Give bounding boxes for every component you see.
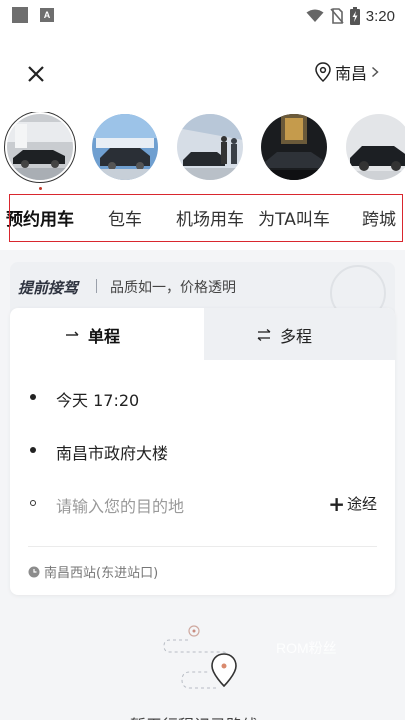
battery-charging-icon (349, 7, 360, 25)
destination-row[interactable]: 请输入您的目的地 + 途经 (10, 482, 395, 524)
charter-car-avatar (92, 114, 158, 180)
end-dot-icon (30, 500, 36, 506)
service-label: 机场用车 (176, 210, 244, 230)
banner-subtitle: 品质如一，价格透明 (110, 280, 236, 296)
watermark: ROM粉丝 (276, 640, 337, 656)
selected-indicator (39, 187, 42, 190)
card-divider (28, 546, 377, 547)
status-time: 3:20 (365, 7, 395, 25)
city-selector[interactable]: 南昌 (315, 60, 379, 84)
map-pin-icon (315, 62, 331, 82)
service-carousel[interactable]: 预约用车 包车 机场用车 为TA叫车 跨城 (0, 112, 405, 250)
airport-car-avatar (177, 114, 243, 180)
start-dot-icon (30, 447, 36, 453)
banner-divider (96, 279, 97, 293)
city-name: 南昌 (334, 64, 367, 83)
service-item-intercity[interactable]: 跨城 (339, 114, 405, 230)
service-label: 为TA叫车 (258, 210, 330, 230)
pickup-time: 今天 17:20 (56, 391, 140, 410)
reserve-car-avatar (4, 112, 76, 183)
service-item-charter[interactable]: 包车 (85, 114, 165, 230)
no-sim-icon (330, 8, 344, 24)
tab-one-way-label: 单程 (88, 327, 121, 346)
service-label: 预约用车 (6, 210, 74, 230)
wifi-icon (306, 9, 324, 22)
swap-icon (257, 329, 271, 341)
history-clock-icon (28, 566, 40, 577)
service-item-airport[interactable]: 机场用车 (170, 114, 250, 230)
a-app-icon: A (40, 8, 54, 22)
clock-dot-icon (30, 394, 36, 400)
tab-one-way[interactable]: 单程 (64, 323, 120, 347)
tab-multi-trip-label: 多程 (280, 327, 313, 346)
service-item-for-others[interactable]: 为TA叫车 (254, 114, 334, 230)
chevron-right-icon (371, 66, 379, 78)
tab-multi-trip[interactable]: 多程 (256, 323, 312, 347)
service-label: 跨城 (362, 210, 396, 230)
service-label: 包车 (108, 210, 142, 230)
close-button[interactable] (22, 60, 50, 88)
route-illustration-icon (163, 625, 237, 689)
empty-state-text: 暂无行程记录路线 (130, 712, 258, 720)
header: 南昌 (0, 32, 405, 112)
plus-icon: + (328, 491, 345, 516)
waypoint-label: 途经 (346, 495, 377, 513)
for-others-avatar (261, 114, 327, 180)
status-bar: A 3:20 (0, 0, 405, 32)
add-waypoint-button[interactable]: + 途经 (328, 493, 377, 514)
status-bar-right: 3:20 (306, 5, 395, 27)
service-item-reserve[interactable]: 预约用车 (0, 112, 80, 230)
banner-title: 提前接驾 (18, 279, 79, 297)
time-picker-row[interactable]: 今天 17:20 (10, 376, 395, 418)
destination-placeholder: 请输入您的目的地 (56, 497, 185, 516)
start-location-row[interactable]: 南昌市政府大楼 (10, 429, 395, 471)
recent-location[interactable]: 南昌西站(东进站口) (28, 562, 158, 581)
recent-location-label: 南昌西站(东进站口) (44, 566, 159, 581)
start-location: 南昌市政府大楼 (56, 444, 169, 463)
arrow-right-icon (66, 331, 79, 336)
square-notification-icon (12, 7, 28, 23)
close-icon (28, 66, 44, 82)
intercity-avatar (346, 114, 405, 180)
